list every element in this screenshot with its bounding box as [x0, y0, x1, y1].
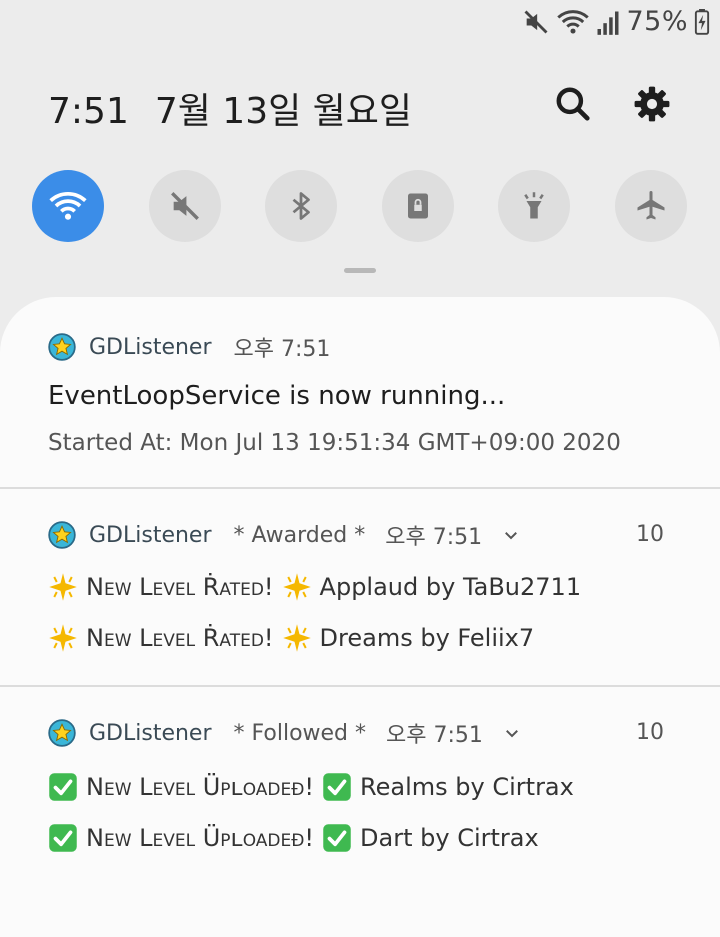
- line-label: New Level Ṙated!: [86, 624, 274, 652]
- search-icon: [556, 87, 590, 121]
- notification-count: 10: [636, 522, 664, 547]
- notification-subtext: * Followed *: [233, 720, 367, 746]
- notification-followed[interactable]: GDListener * Followed * 오후 7:51 10 New L…: [0, 687, 720, 887]
- app-name: GDListener: [89, 522, 212, 548]
- mute-icon: [171, 192, 199, 220]
- notification-time: 오후 7:51: [386, 723, 483, 748]
- notification-header: GDListener * Awarded * 오후 7:51: [48, 520, 520, 550]
- notification-title: EventLoopService is now running...: [48, 381, 506, 411]
- app-star-icon: [48, 521, 76, 549]
- check-mark-icon: [49, 773, 77, 801]
- settings-button[interactable]: [630, 82, 674, 126]
- notification-header: GDListener * Followed * 오후 7:51: [48, 718, 521, 748]
- wifi-icon: [49, 191, 87, 220]
- line-text: Realms by Cirtrax: [360, 773, 574, 801]
- panel-drag-handle[interactable]: [344, 268, 376, 273]
- notification-line: New Level Üpʟoadeđ! Dart by Cirtrax: [48, 823, 539, 853]
- line-text: Applaud by TaBu2711: [319, 573, 582, 601]
- app-star-icon: [48, 719, 76, 747]
- check-mark-icon: [323, 824, 351, 852]
- line-label: New Level Üpʟoadeđ!: [86, 773, 315, 801]
- bluetooth-icon: [292, 192, 310, 220]
- notification-service[interactable]: GDListener 오후 7:51 EventLoopService is n…: [0, 297, 720, 487]
- chevron-down-icon[interactable]: [503, 724, 521, 742]
- sound-toggle[interactable]: [149, 170, 221, 242]
- status-icons: 75%: [522, 6, 710, 37]
- notification-panel: GDListener 오후 7:51 EventLoopService is n…: [0, 297, 720, 937]
- mute-icon: [524, 10, 548, 33]
- portrait-lock-toggle[interactable]: [382, 170, 454, 242]
- chevron-down-icon[interactable]: [502, 526, 520, 544]
- portrait-lock-icon: [408, 193, 428, 219]
- airplane-toggle[interactable]: [615, 170, 687, 242]
- check-mark-icon: [49, 824, 77, 852]
- notification-line: New Level Ṙated! Dreams by Feliix7: [48, 623, 534, 653]
- cell-signal-icon: [597, 11, 619, 35]
- airplane-icon: [637, 191, 665, 220]
- notification-count: 10: [636, 720, 664, 745]
- app-name: GDListener: [89, 334, 212, 360]
- sparkle-icon: [49, 624, 77, 652]
- notification-subtext: * Awarded *: [233, 522, 366, 548]
- search-button[interactable]: [551, 82, 595, 126]
- sparkle-icon: [282, 624, 311, 652]
- flashlight-icon: [524, 192, 544, 219]
- quick-settings-row: [32, 170, 692, 242]
- bluetooth-toggle[interactable]: [265, 170, 337, 242]
- line-text: Dart by Cirtrax: [360, 824, 539, 852]
- gear-icon: [634, 86, 670, 122]
- app-star-icon: [48, 333, 76, 361]
- line-label: New Level Ṙated!: [86, 573, 274, 601]
- notification-text: Started At: Mon Jul 13 19:51:34 GMT+09:0…: [48, 430, 621, 456]
- status-bar: 75%: [0, 0, 720, 48]
- notification-line: New Level Ṙated! Applaud by TaBu2711: [48, 572, 581, 602]
- line-label: New Level Üpʟoadeđ!: [86, 824, 315, 852]
- date-label: 7월 13일 월요일: [154, 91, 413, 132]
- notification-header: GDListener 오후 7:51: [48, 332, 350, 362]
- notification-time: 오후 7:51: [385, 525, 483, 550]
- clock-date: 7:51 7월 13일 월요일: [48, 82, 438, 134]
- app-name: GDListener: [89, 720, 212, 746]
- flashlight-toggle[interactable]: [498, 170, 570, 242]
- notification-line: New Level Üpʟoadeđ! Realms by Cirtrax: [48, 772, 574, 802]
- notification-time: 오후 7:51: [233, 337, 331, 362]
- line-text: Dreams by Feliix7: [319, 624, 535, 652]
- sparkle-icon: [49, 573, 77, 601]
- battery-charging-icon: [694, 8, 710, 35]
- wifi-toggle[interactable]: [32, 170, 104, 242]
- check-mark-icon: [323, 773, 351, 801]
- sparkle-icon: [282, 573, 311, 601]
- battery-percentage: 75%: [626, 6, 688, 37]
- notification-awarded[interactable]: GDListener * Awarded * 오후 7:51 10 New Le…: [0, 489, 720, 685]
- clock-time: 7:51: [48, 91, 129, 132]
- wifi-signal-icon: [557, 9, 590, 34]
